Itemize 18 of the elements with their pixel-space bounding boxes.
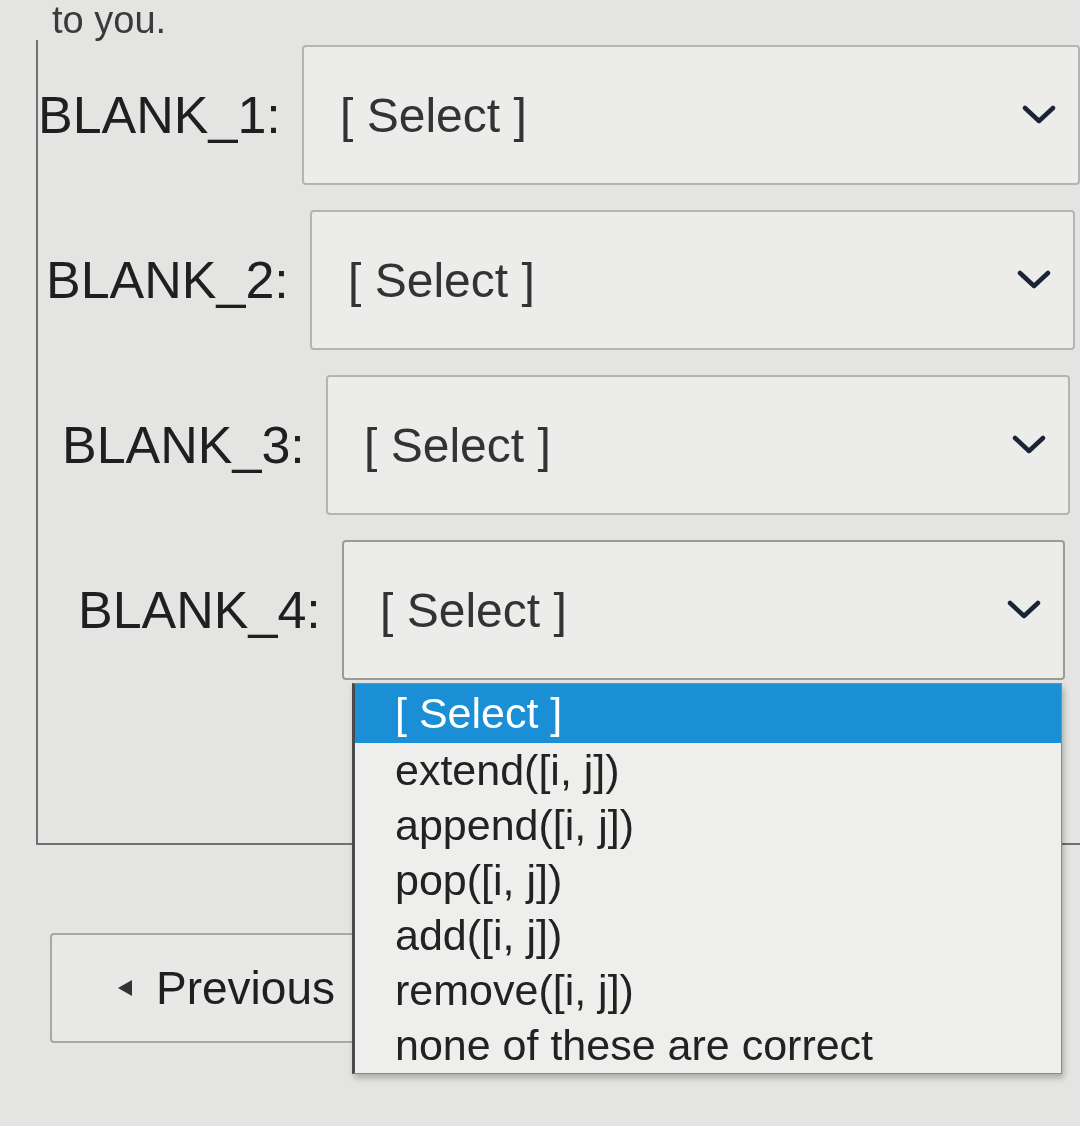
dropdown-option[interactable]: extend([i, j]) [355, 743, 1061, 798]
left-triangle-icon [118, 980, 132, 996]
chevron-down-icon [1022, 105, 1056, 125]
blank-label: BLANK_3: [62, 415, 306, 475]
blank-label: BLANK_4: [78, 580, 322, 640]
blank-label: BLANK_1: [38, 85, 282, 145]
chevron-down-icon [1007, 600, 1041, 620]
select-field[interactable]: [ Select ] [326, 375, 1070, 515]
intro-text: to you. [51, 0, 168, 40]
select-field[interactable]: [ Select ] [342, 540, 1065, 680]
dropdown-option[interactable]: append([i, j]) [355, 798, 1061, 853]
chevron-down-icon [1017, 270, 1051, 290]
dropdown-option[interactable]: pop([i, j]) [355, 853, 1061, 908]
select-field[interactable]: [ Select ] [302, 45, 1080, 185]
chevron-down-icon [1012, 435, 1046, 455]
dropdown-option[interactable]: [ Select ] [355, 684, 1061, 743]
blank-label: BLANK_2: [46, 250, 290, 310]
select-field[interactable]: [ Select ] [310, 210, 1075, 350]
